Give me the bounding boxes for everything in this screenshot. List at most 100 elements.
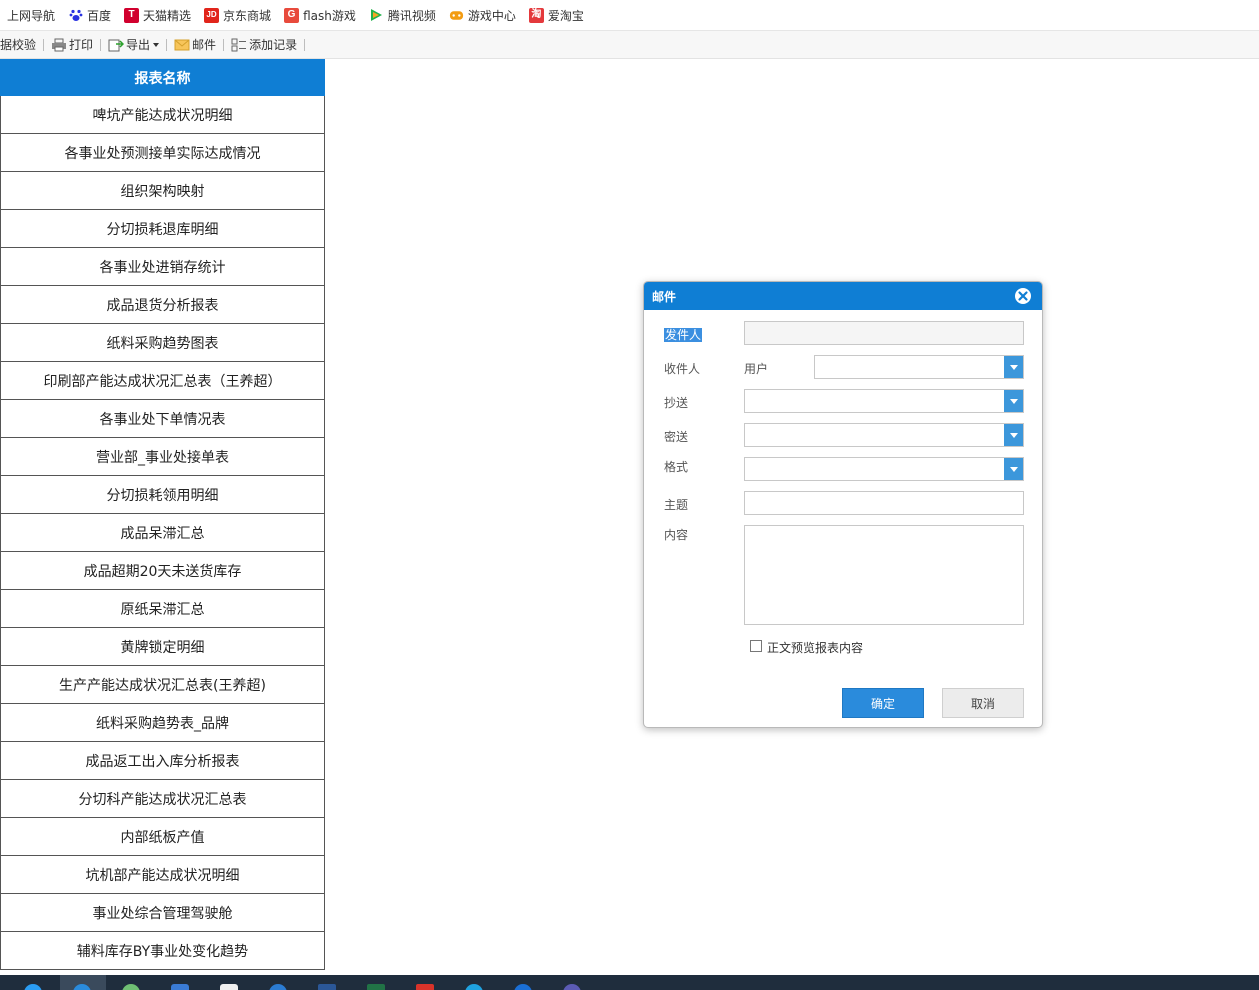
table-row[interactable]: 各事业处下单情况表: [0, 400, 325, 438]
app-icon[interactable]: [171, 984, 189, 990]
data-check-label: 据校验: [0, 38, 37, 52]
print-label: 打印: [69, 38, 94, 52]
bookmark-baidu[interactable]: 百度: [68, 0, 111, 31]
bookmark-label: flash游戏: [303, 8, 356, 23]
cc-label: 抄送: [664, 396, 689, 410]
export-icon: [108, 39, 125, 51]
report-toolbar: 据校验 打印 导出 邮件 添加记录: [0, 31, 1259, 59]
cc-combo[interactable]: [744, 389, 1024, 413]
add-record-button[interactable]: 添加记录: [227, 31, 301, 59]
export-button[interactable]: 导出: [104, 31, 163, 59]
table-row[interactable]: 坑机部产能达成状况明细: [0, 856, 325, 894]
app-icon[interactable]: [122, 984, 140, 990]
format-dropdown-button[interactable]: [1004, 458, 1023, 480]
preview-report-checkbox[interactable]: [750, 640, 762, 652]
toolbar-divider: [166, 38, 168, 51]
mail-dialog: 邮件 发件人 收件人 用户 抄送 密送 格式 主题 内容 正文预览报表内容 确定…: [643, 281, 1043, 728]
dialog-title: 邮件: [652, 289, 677, 304]
report-list-table: 报表名称 啤坑产能达成状况明细 各事业处预测接单实际达成情况 组织架构映射 分切损耗退…: [0, 59, 325, 975]
table-row[interactable]: 成品超期20天未送货库存: [0, 552, 325, 590]
table-row[interactable]: 各事业处进销存统计: [0, 248, 325, 286]
app-icon[interactable]: [465, 984, 483, 990]
recipient-combo[interactable]: [814, 355, 1024, 379]
recipient-type-label: 用户: [744, 362, 769, 376]
mail-button[interactable]: 邮件: [170, 31, 220, 59]
recipient-dropdown-button[interactable]: [1004, 356, 1023, 378]
report-rows: 啤坑产能达成状况明细 各事业处预测接单实际达成情况 组织架构映射 分切损耗退库明细 各事…: [0, 96, 325, 970]
toolbar-divider: [304, 38, 306, 51]
table-row[interactable]: 内部纸板产值: [0, 818, 325, 856]
envelope-icon: [174, 39, 190, 50]
dialog-title-bar: 邮件: [644, 282, 1042, 310]
table-row[interactable]: 印刷部产能达成状况汇总表（王养超）: [0, 362, 325, 400]
taskbar: [0, 975, 1259, 990]
app-icon[interactable]: [416, 984, 434, 990]
table-row[interactable]: 啤坑产能达成状况明细: [0, 96, 325, 134]
flash-game-icon: G: [284, 7, 300, 23]
cancel-button[interactable]: 取消: [942, 688, 1024, 718]
bookmark-flash-game[interactable]: G flash游戏: [284, 0, 356, 31]
subject-input[interactable]: [744, 491, 1024, 515]
subject-label: 主题: [664, 498, 689, 512]
bookmark-label: 腾讯视频: [387, 8, 436, 23]
add-record-label: 添加记录: [249, 38, 298, 52]
bcc-label: 密送: [664, 430, 689, 444]
content-textarea[interactable]: [744, 525, 1024, 625]
table-row[interactable]: 原纸呆滞汇总: [0, 590, 325, 628]
table-row[interactable]: 分切损耗退库明细: [0, 210, 325, 248]
bookmark-game-center[interactable]: 游戏中心: [449, 0, 516, 31]
app-icon[interactable]: [563, 984, 581, 990]
tmall-icon: T: [124, 7, 140, 23]
close-icon[interactable]: [1014, 287, 1032, 305]
cc-dropdown-button[interactable]: [1004, 390, 1023, 412]
start-icon[interactable]: [24, 984, 42, 990]
table-row[interactable]: 成品呆滞汇总: [0, 514, 325, 552]
app-icon[interactable]: [514, 984, 532, 990]
bookmark-tmall[interactable]: T 天猫精选: [124, 0, 191, 31]
ok-button[interactable]: 确定: [842, 688, 924, 718]
app-icon[interactable]: [220, 984, 238, 990]
table-row[interactable]: 纸料采购趋势图表: [0, 324, 325, 362]
game-center-icon: [449, 8, 464, 23]
content-label: 内容: [664, 528, 689, 542]
table-row[interactable]: 组织架构映射: [0, 172, 325, 210]
print-button[interactable]: 打印: [47, 31, 97, 59]
data-check-button[interactable]: 据校验: [0, 31, 40, 59]
bookmark-label: 上网导航: [7, 8, 56, 23]
format-combo[interactable]: [744, 457, 1024, 481]
app-icon[interactable]: [269, 984, 287, 990]
bookmark-label: 百度: [87, 8, 112, 23]
taobao-icon: 淘: [528, 7, 544, 23]
table-row[interactable]: 黄牌锁定明细: [0, 628, 325, 666]
table-row[interactable]: 成品返工出入库分析报表: [0, 742, 325, 780]
table-row[interactable]: 分切损耗领用明细: [0, 476, 325, 514]
add-record-icon: [231, 38, 247, 51]
bookmark-jd[interactable]: JD 京东商城: [204, 0, 271, 31]
table-row[interactable]: 各事业处预测接单实际达成情况: [0, 134, 325, 172]
sender-label: 发件人: [664, 326, 703, 343]
table-row[interactable]: 辅料库存BY事业处变化趋势: [0, 932, 325, 970]
bookmark-label: 天猫精选: [143, 8, 192, 23]
excel-icon[interactable]: [367, 984, 385, 990]
bcc-combo[interactable]: [744, 423, 1024, 447]
bookmark-navigation[interactable]: 上网导航: [7, 0, 55, 31]
bookmark-taobao[interactable]: 淘 爱淘宝: [528, 0, 584, 31]
preview-report-label: 正文预览报表内容: [767, 641, 864, 655]
table-row[interactable]: 分切科产能达成状况汇总表: [0, 780, 325, 818]
bcc-dropdown-button[interactable]: [1004, 424, 1023, 446]
table-row[interactable]: 事业处综合管理驾驶舱: [0, 894, 325, 932]
table-row[interactable]: 营业部_事业处接单表: [0, 438, 325, 476]
bookmark-label: 游戏中心: [467, 8, 516, 23]
export-label: 导出: [126, 38, 151, 52]
table-row[interactable]: 纸料采购趋势表_品牌: [0, 704, 325, 742]
bookmark-label: 爱淘宝: [547, 8, 584, 23]
recipient-label: 收件人: [664, 362, 701, 376]
report-name-column-header: 报表名称: [0, 59, 325, 96]
format-label: 格式: [664, 460, 689, 474]
toolbar-divider: [223, 38, 225, 51]
table-row[interactable]: 生产产能达成状况汇总表(王养超): [0, 666, 325, 704]
word-icon[interactable]: [318, 984, 336, 990]
table-row[interactable]: 成品退货分析报表: [0, 286, 325, 324]
sender-field[interactable]: [744, 321, 1024, 345]
bookmark-tencent-video[interactable]: 腾讯视频: [369, 0, 436, 31]
